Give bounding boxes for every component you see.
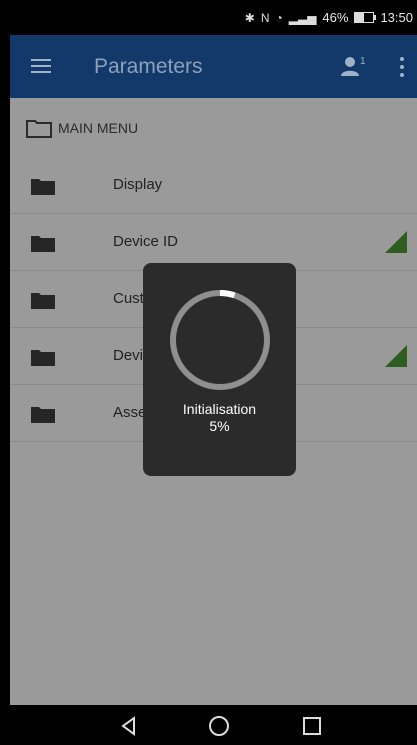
folder-icon	[31, 293, 55, 309]
status-bar: ✱ N ◔ ▂▃▅ 46% 13:50	[0, 0, 417, 35]
menu-item-label: Display	[113, 176, 163, 193]
bluetooth-icon: ✱	[244, 10, 255, 25]
status-flag-icon	[385, 345, 407, 367]
user-badge: 1	[360, 56, 366, 67]
signal-icon: ▂▃▅	[288, 10, 317, 25]
battery-icon	[354, 12, 377, 23]
breadcrumb[interactable]: MAIN MENU	[26, 118, 138, 138]
recents-icon[interactable]	[301, 715, 323, 737]
back-icon[interactable]	[118, 715, 140, 737]
menu-item-display[interactable]: Display	[10, 157, 417, 214]
folder-icon	[31, 407, 55, 423]
app-screen: Parameters 1 MAIN MENU Display Device ID	[10, 35, 417, 705]
home-icon[interactable]	[208, 715, 230, 737]
folder-icon	[31, 350, 55, 366]
page-title: Parameters	[94, 55, 203, 78]
folder-icon	[31, 179, 55, 195]
wifi-icon: ◔	[275, 10, 283, 25]
nfc-icon: N	[260, 10, 270, 25]
user-icon[interactable]: 1	[340, 55, 366, 77]
progress-dialog: Initialisation 5%	[143, 263, 296, 476]
menu-item-label: Device ID	[113, 233, 179, 250]
progress-title: Initialisation	[182, 401, 257, 417]
folder-outline-icon	[26, 120, 52, 138]
breadcrumb-label: MAIN MENU	[58, 120, 139, 136]
menu-icon[interactable]	[31, 59, 51, 73]
progress-percent: 5%	[209, 418, 230, 434]
navigation-bar	[0, 705, 417, 745]
folder-icon	[31, 236, 55, 252]
clock: 13:50	[380, 10, 413, 25]
app-bar: Parameters 1	[10, 35, 417, 98]
more-options-icon[interactable]	[399, 57, 405, 77]
battery-percent: 46%	[322, 10, 349, 25]
progress-ring	[170, 290, 270, 390]
status-flag-icon	[385, 231, 407, 253]
